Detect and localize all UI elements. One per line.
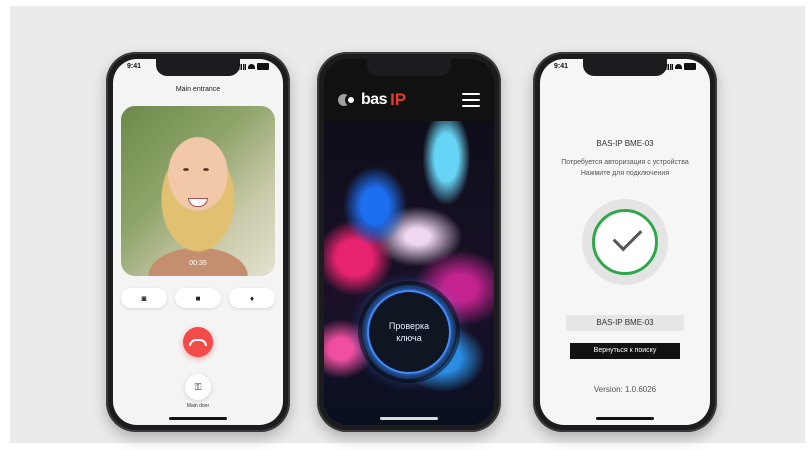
connect-status[interactable] xyxy=(582,199,668,285)
door-label: Main door xyxy=(186,403,210,409)
lock-icon: ⚿ xyxy=(194,381,202,392)
end-call-button[interactable] xyxy=(183,327,213,357)
wifi-icon xyxy=(248,64,255,69)
microphone-icon: ♦ xyxy=(249,293,255,303)
auth-line-1: Потребуется авторизация с устройства xyxy=(561,159,689,166)
microphone-button[interactable]: ♦ xyxy=(229,288,275,308)
video-feed[interactable]: 00:35 xyxy=(121,106,275,276)
status-bar: 9:41 xyxy=(127,63,269,73)
video-detail xyxy=(203,168,209,171)
unlock-door-button[interactable]: ⚿ xyxy=(185,374,211,400)
home-indicator[interactable] xyxy=(596,417,654,420)
call-duration: 00:35 xyxy=(189,260,207,267)
device-name-title: BAS-IP BME-03 xyxy=(596,139,654,148)
video-icon: ■ xyxy=(195,293,201,303)
entrance-title: Main entrance xyxy=(175,86,221,93)
video-detail xyxy=(183,168,189,171)
battery-icon xyxy=(257,63,269,70)
status-time: 9:41 xyxy=(554,63,569,70)
logo-mark-icon xyxy=(338,94,358,106)
phone-screen: 9:41 Main entrance 00:35 ◙ ■ ♦ ⚿ Main do… xyxy=(113,59,283,425)
stage-background: 9:41 Main entrance 00:35 ◙ ■ ♦ ⚿ Main do… xyxy=(10,6,805,443)
logo-text: bas xyxy=(361,91,388,108)
menu-icon[interactable] xyxy=(462,93,480,111)
logo-accent: IP xyxy=(390,90,407,109)
end-call-icon xyxy=(189,338,207,346)
checkmark-icon xyxy=(592,209,658,275)
auth-line-2[interactable]: Нажмите для подключения xyxy=(540,168,710,179)
home-indicator[interactable] xyxy=(169,417,227,420)
auth-message: Потребуется авторизация с устройства Наж… xyxy=(540,157,710,179)
signal-icon xyxy=(665,63,673,70)
check-key-button[interactable]: Проверка ключа xyxy=(361,284,457,380)
home-indicator[interactable] xyxy=(380,417,438,420)
battery-icon xyxy=(684,63,696,70)
phone-device-connect: 9:41 BAS-IP BME-03 Потребуется авторизац… xyxy=(533,52,717,432)
signal-icon xyxy=(238,63,246,70)
wifi-icon xyxy=(675,64,682,69)
phone-intercom-call: 9:41 Main entrance 00:35 ◙ ■ ♦ ⚿ Main do… xyxy=(106,52,290,432)
status-time: 9:41 xyxy=(127,63,142,70)
check-key-label: Проверка ключа xyxy=(388,321,430,343)
video-detail xyxy=(188,198,208,207)
app-version: Version: 1.0.6026 xyxy=(593,385,657,394)
phone-screen: bas IP Проверка ключа xyxy=(324,59,494,425)
call-controls: ◙ ■ ♦ xyxy=(121,288,275,308)
phone-key-check: bas IP Проверка ключа xyxy=(317,52,501,432)
video-toggle-button[interactable]: ■ xyxy=(175,288,221,308)
phone-screen: 9:41 BAS-IP BME-03 Потребуется авторизац… xyxy=(540,59,710,425)
camera-icon: ◙ xyxy=(141,293,147,303)
back-to-search-button[interactable]: Вернуться к поиску xyxy=(570,343,680,359)
bas-ip-logo: bas IP xyxy=(338,90,406,110)
snapshot-button[interactable]: ◙ xyxy=(121,288,167,308)
status-bar: 9:41 xyxy=(554,63,696,73)
device-chip: BAS-IP BME-03 xyxy=(566,315,684,331)
notch xyxy=(367,59,451,76)
